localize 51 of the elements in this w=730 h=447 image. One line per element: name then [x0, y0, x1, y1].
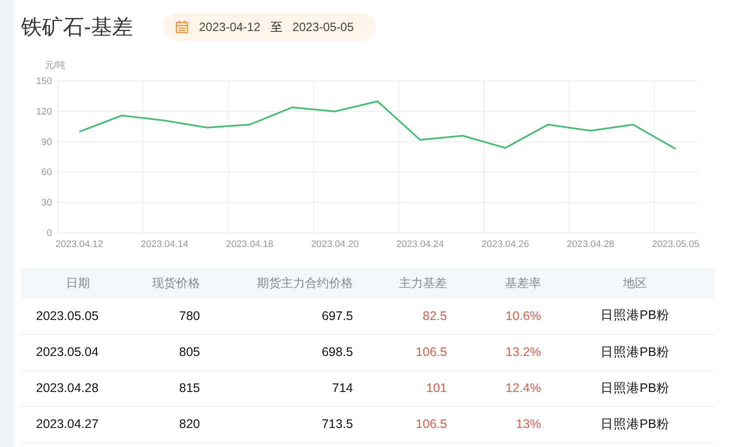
table-cell: 10.6% — [462, 298, 556, 334]
table-cell: 805 — [135, 334, 215, 370]
x-tick-label: 2023.04.14 — [140, 239, 188, 248]
x-tick-label: 2023.04.28 — [566, 239, 614, 248]
table-cell: 日照港PB粉 — [556, 298, 714, 334]
page-title: 铁矿石-基差 — [21, 15, 133, 41]
x-tick-label: 2023.05.05 — [652, 239, 700, 248]
y-tick-label: 60 — [41, 167, 52, 178]
column-header: 期货主力合约价格 — [215, 268, 368, 298]
column-header: 地区 — [556, 268, 714, 298]
table-cell: 2023.04.27 — [21, 406, 135, 442]
table-cell: 2023.04.28 — [21, 370, 135, 406]
column-header: 日期 — [21, 268, 135, 298]
table-cell: 698.5 — [215, 334, 368, 370]
y-tick-label: 150 — [36, 76, 52, 87]
calendar-icon — [175, 20, 189, 34]
table-cell: 13% — [462, 406, 556, 442]
table-cell: 820 — [135, 406, 215, 442]
table-cell: 106.5 — [368, 406, 462, 442]
table-cell: 101 — [368, 370, 462, 406]
y-tick-label: 30 — [41, 198, 52, 209]
x-tick-label: 2023.04.24 — [396, 239, 444, 248]
range-separator: 至 — [270, 18, 282, 36]
table-cell: 2023.05.04 — [21, 334, 135, 370]
x-tick-label: 2023.04.20 — [311, 239, 359, 248]
table-cell: 日照港PB粉 — [556, 334, 714, 370]
table-cell: 82.5 — [368, 298, 462, 334]
table-cell: 日照港PB粉 — [556, 406, 714, 442]
y-tick-label: 90 — [41, 136, 52, 148]
column-header: 现货价格 — [135, 268, 215, 298]
y-tick-label: 0 — [46, 228, 52, 239]
table-cell: 106.5 — [368, 334, 462, 370]
table-cell: 日照港PB粉 — [556, 370, 714, 406]
table-cell: 713.5 — [215, 406, 368, 442]
start-date: 2023-04-12 — [199, 20, 260, 34]
table-cell: 697.5 — [215, 298, 368, 334]
table-cell: 714 — [215, 370, 368, 406]
x-tick-label: 2023.04.12 — [56, 239, 104, 248]
column-header: 主力基差 — [368, 268, 462, 298]
table-cell: 13.2% — [462, 334, 556, 370]
table-cell: 12.4% — [462, 370, 556, 406]
y-tick-label: 120 — [36, 106, 52, 118]
column-header: 基差率 — [462, 268, 556, 298]
x-tick-label: 2023.04.26 — [482, 239, 530, 248]
axis-unit-label: 元/吨 — [45, 60, 66, 70]
x-tick-label: 2023.04.18 — [226, 239, 274, 248]
date-range-picker[interactable]: 2023-04-12 至 2023-05-05 — [163, 13, 376, 41]
table-cell: 780 — [135, 298, 215, 334]
end-date: 2023-05-05 — [292, 20, 354, 34]
table-cell: 2023.05.05 — [21, 298, 135, 334]
table-cell: 815 — [135, 370, 215, 406]
